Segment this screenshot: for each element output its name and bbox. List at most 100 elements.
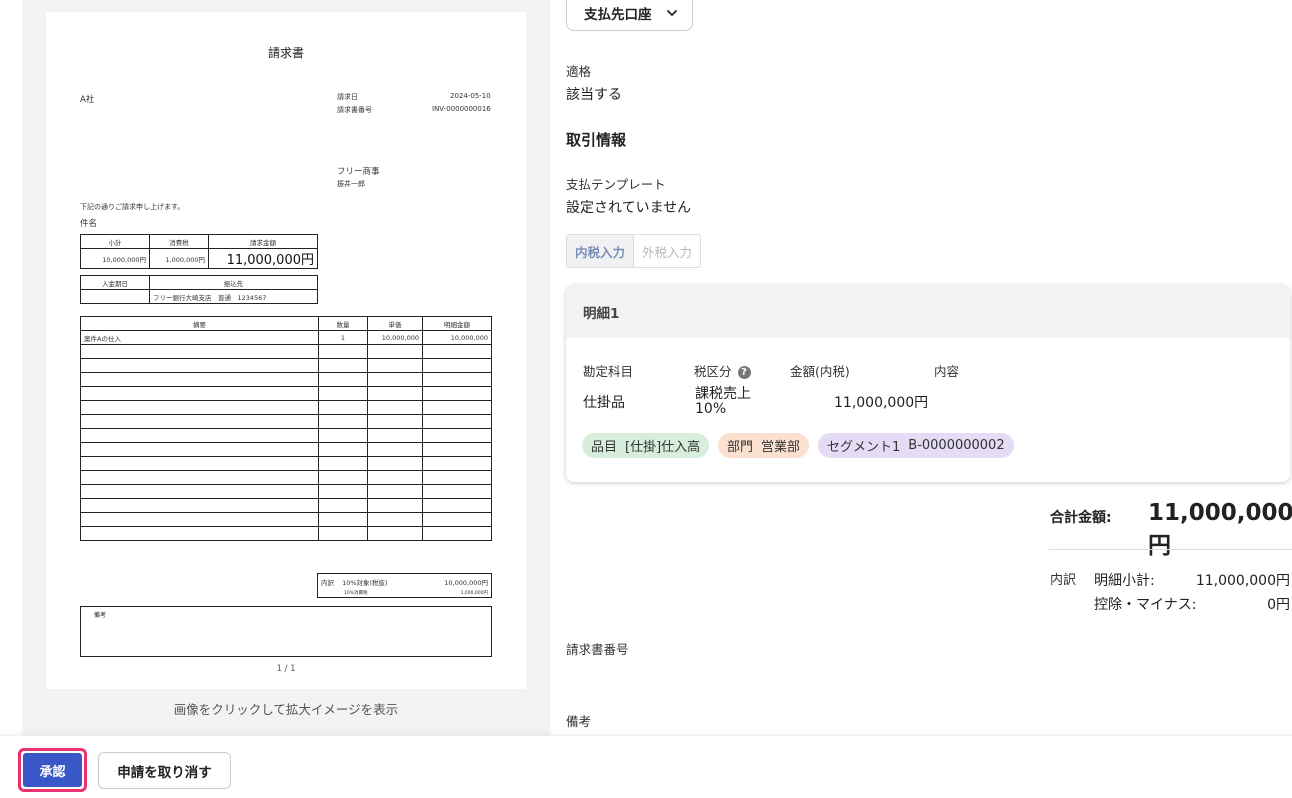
payment-template-value: 設定されていません: [566, 200, 692, 216]
segment-tag: セグメント1 B-0000000002: [818, 433, 1014, 458]
tax-header: 税区分?: [694, 361, 751, 380]
empty-line-cell: [80, 372, 319, 387]
payment-bank: フリー銀行大崎支店 普通 1234567: [149, 289, 318, 304]
tax-sub-amount: 1,000,000円: [460, 591, 488, 596]
issuer-person: 振井一郎: [337, 180, 365, 188]
invoice-client: A社: [80, 95, 95, 105]
empty-line-cell: [422, 470, 492, 485]
empty-line-row: [80, 344, 492, 359]
empty-line-cell: [318, 400, 368, 415]
content-header: 内容: [934, 364, 960, 379]
segment-tag-key: セグメント1: [827, 440, 901, 455]
approve-button[interactable]: 承認: [23, 753, 82, 787]
summary-header: 請求金額: [208, 234, 318, 249]
empty-line-cell: [318, 344, 368, 359]
subject-label: 件名: [80, 219, 98, 229]
empty-line-cell: [367, 400, 423, 415]
empty-line-row: [80, 498, 492, 513]
lines-table: 摘要 数量 単価 明細金額 案件Aの仕入 1 10,000,000 10,000…: [80, 316, 492, 541]
empty-line-cell: [367, 512, 423, 527]
account-header: 勘定科目: [583, 364, 634, 379]
deduction-value: 0円: [1267, 597, 1290, 613]
detail-card-title: 明細1: [566, 285, 1290, 338]
empty-line-cell: [318, 470, 368, 485]
subtotal-value: 11,000,000円: [1195, 573, 1290, 589]
payee-account-dropdown[interactable]: 支払先口座: [566, 0, 693, 31]
eligibility-label: 適格: [566, 64, 592, 79]
empty-line-cell: [367, 526, 423, 541]
empty-line-cell: [80, 344, 319, 359]
tax-sub-row: 10%消費税 1,000,000円: [321, 590, 488, 596]
empty-line-cell: [318, 442, 368, 457]
line-description: 案件Aの仕入: [80, 330, 319, 345]
empty-line-cell: [318, 498, 368, 513]
empty-line-row: [80, 372, 492, 387]
empty-line-cell: [367, 442, 423, 457]
invoice-remarks-box: 備考: [80, 606, 492, 657]
action-footer: 承認 申請を取り消す: [0, 735, 1292, 798]
payment-due: [80, 289, 150, 304]
tax-mode-inclusive[interactable]: 内税入力: [567, 235, 635, 267]
empty-line-row: [80, 400, 492, 415]
empty-line-cell: [318, 512, 368, 527]
issue-date: 2024-05-10: [450, 92, 491, 100]
empty-line-cell: [422, 512, 492, 527]
empty-line-row: [80, 386, 492, 401]
tax-sub-label: 10%消費税: [344, 591, 368, 596]
remarks-label: 備考: [566, 714, 592, 729]
breakdown-label: 内訳: [1050, 573, 1077, 588]
empty-line-cell: [367, 470, 423, 485]
empty-line-row: [80, 512, 492, 527]
tax-breakdown-target: 10%対象(税抜): [342, 579, 388, 587]
empty-line-cell: [80, 484, 319, 499]
summary-value: 10,000,000円: [80, 248, 150, 269]
item-tag-key: 品目: [591, 440, 618, 455]
empty-line-cell: [422, 442, 492, 457]
tax-mode-exclusive[interactable]: 外税入力: [634, 235, 700, 267]
empty-line-row: [80, 428, 492, 443]
deduction-label: 控除・マイナス:: [1094, 597, 1197, 613]
empty-line-cell: [367, 372, 423, 387]
empty-line-cell: [318, 526, 368, 541]
lines-header: 単価: [367, 316, 423, 331]
tax-header-label: 税区分: [694, 364, 732, 379]
summary-header: 小計: [80, 234, 150, 249]
transaction-section-title: 取引情報: [566, 131, 627, 149]
summary-table: 小計 消費税 請求金額 10,000,000円 1,000,000円 11,00…: [80, 234, 318, 269]
empty-line-cell: [80, 498, 319, 513]
chevron-down-icon: [666, 9, 677, 16]
cancel-request-button[interactable]: 申請を取り消す: [98, 752, 231, 789]
department-tag-key: 部門: [727, 440, 754, 455]
empty-line-cell: [422, 526, 492, 541]
empty-line-cell: [318, 414, 368, 429]
lines-header: 明細金額: [422, 316, 492, 331]
help-icon[interactable]: ?: [737, 366, 751, 379]
invoice-preview-image[interactable]: 請求書 A社 請求日 2024-05-10 請求書番号 INV-00000000…: [46, 12, 526, 689]
department-tag: 部門 営業部: [718, 433, 810, 458]
tax-mode-toggle: 内税入力 外税入力: [566, 234, 702, 268]
empty-line-cell: [80, 358, 319, 373]
invoice-preview-pane: 請求書 A社 請求日 2024-05-10 請求書番号 INV-00000000…: [22, 0, 550, 735]
invoice-number-label: 請求書番号: [566, 642, 629, 657]
empty-line-cell: [422, 400, 492, 415]
empty-line-cell: [422, 372, 492, 387]
tax-breakdown-label: 内訳: [321, 579, 334, 587]
issuer-company: フリー商事: [337, 167, 380, 177]
invoice-no-label: 請求書番号: [337, 106, 372, 114]
payment-header: 入金期日: [80, 275, 150, 290]
empty-line-row: [80, 442, 492, 457]
payment-table: 入金期日 振込先 フリー銀行大崎支店 普通 1234567: [80, 275, 318, 304]
empty-line-cell: [367, 456, 423, 471]
summary-value: 1,000,000円: [149, 248, 209, 269]
empty-line-cell: [422, 428, 492, 443]
payee-account-label: 支払先口座: [584, 6, 652, 23]
tax-breakdown-cell: 内訳 10%対象(税抜) 10,000,000円 10%消費税 1,000,00…: [317, 573, 492, 598]
tax-value-line2: 10%: [695, 401, 727, 417]
line-qty: 1: [318, 330, 368, 345]
empty-line-cell: [80, 470, 319, 485]
empty-line-cell: [422, 456, 492, 471]
empty-line-cell: [422, 386, 492, 401]
subtotal-label: 明細小計:: [1094, 573, 1155, 589]
eligibility-value: 該当する: [566, 87, 622, 103]
summary-total: 11,000,000円: [208, 248, 318, 269]
